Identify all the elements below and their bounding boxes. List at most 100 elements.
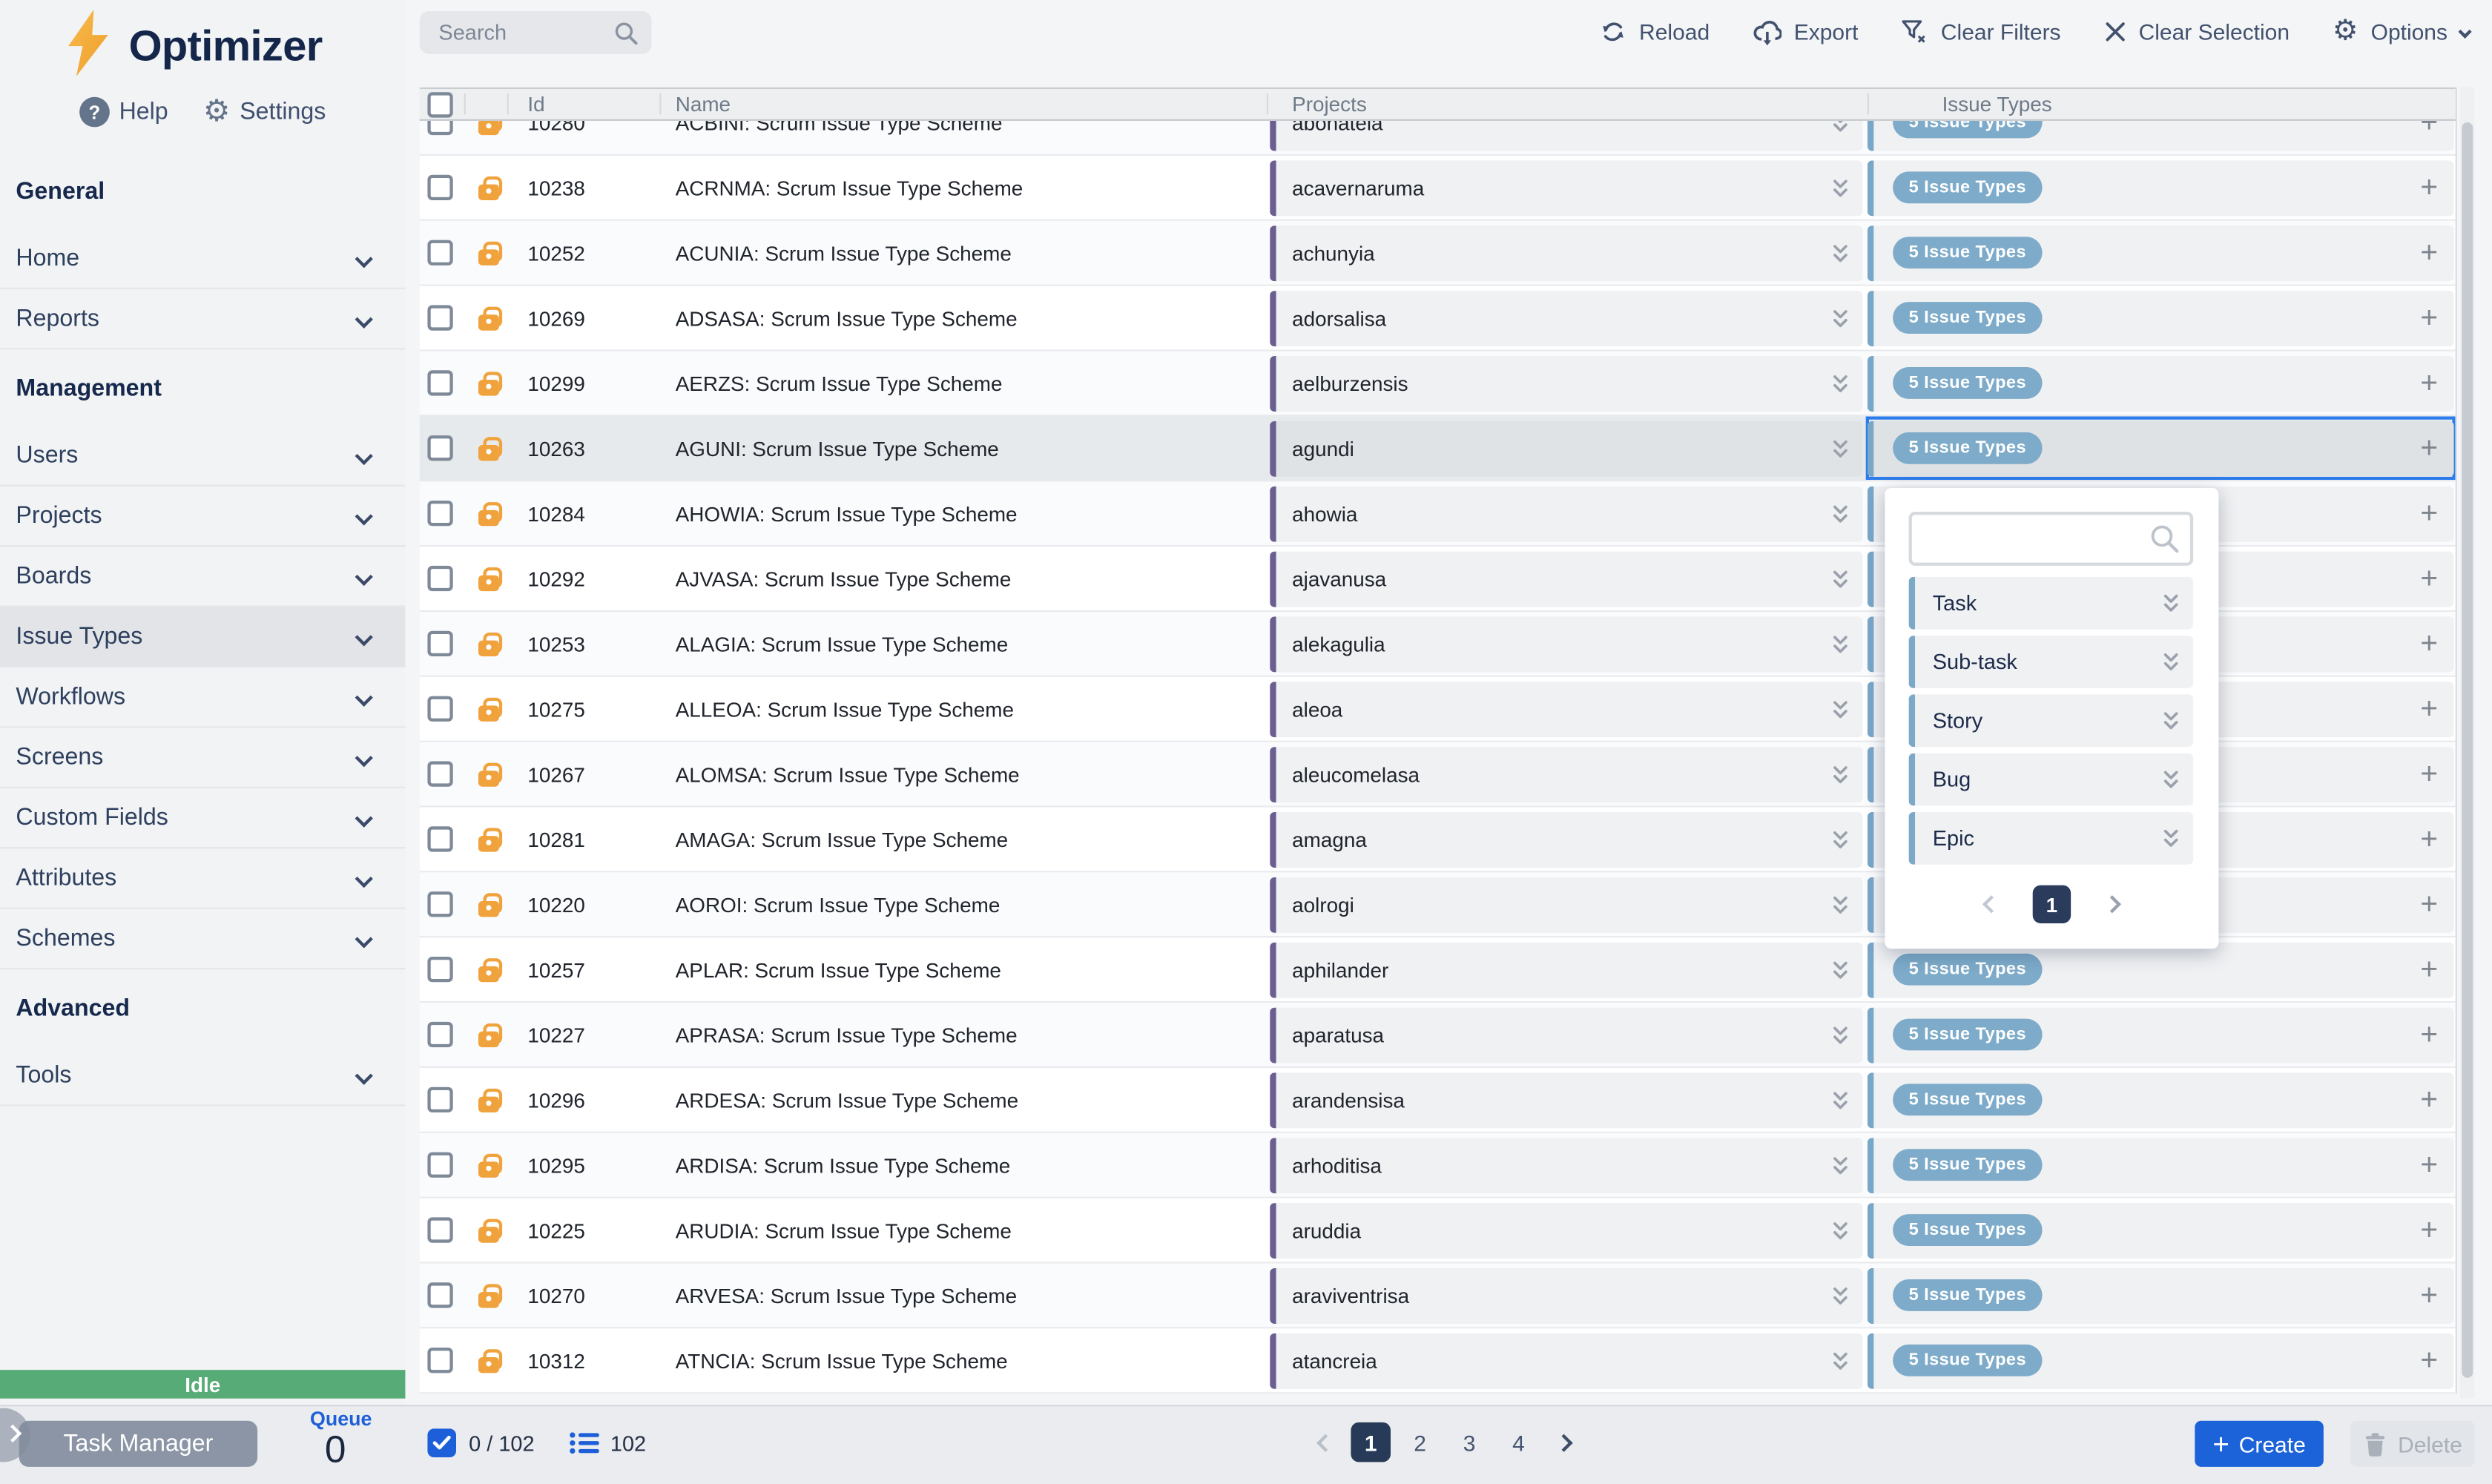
plus-icon[interactable]	[2420, 1150, 2438, 1180]
plus-icon[interactable]	[2420, 173, 2438, 203]
issue-types-badge[interactable]: 5 Issue Types	[1893, 1149, 2042, 1181]
table-scrollbar[interactable]	[2460, 88, 2474, 1399]
projects-dropdown[interactable]: atancreia	[1270, 1333, 1862, 1388]
create-button[interactable]: Create	[2195, 1421, 2324, 1467]
issue-types-badge[interactable]: 5 Issue Types	[1893, 171, 2042, 203]
toolbar-export-button[interactable]: Export	[1753, 19, 1858, 45]
row-checkbox[interactable]	[427, 891, 452, 917]
sidebar-item-workflows[interactable]: Workflows	[0, 667, 405, 728]
plus-icon[interactable]	[2420, 1345, 2438, 1376]
toolbar-clear-filters-button[interactable]: Clear Filters	[1901, 19, 2060, 44]
row-checkbox[interactable]	[427, 1022, 452, 1047]
projects-dropdown[interactable]: abonatela	[1270, 121, 1862, 151]
popup-item-bug[interactable]: Bug	[1909, 753, 2194, 806]
column-header-id[interactable]: Id	[527, 92, 544, 116]
plus-icon[interactable]	[2420, 368, 2438, 398]
projects-dropdown[interactable]: ahowia	[1270, 486, 1862, 541]
projects-dropdown[interactable]: arhoditisa	[1270, 1137, 1862, 1193]
table-row[interactable]: 10295ARDISA: Scrum Issue Type Schemearho…	[420, 1133, 2456, 1198]
plus-icon[interactable]	[2420, 954, 2438, 985]
issue-types-dropdown[interactable]: 5 Issue Types	[1868, 121, 2454, 151]
issue-types-dropdown[interactable]: 5 Issue Types	[1868, 1137, 2454, 1193]
issue-types-dropdown[interactable]: 5 Issue Types	[1868, 421, 2454, 476]
settings-button[interactable]: ⚙ Settings	[203, 97, 326, 128]
plus-icon[interactable]	[2420, 1020, 2438, 1050]
sidebar-item-home[interactable]: Home	[0, 229, 405, 289]
table-row[interactable]: 10227APRASA: Scrum Issue Type Schemeapar…	[420, 1003, 2456, 1068]
table-row[interactable]: 10312ATNCIA: Scrum Issue Type Schemeatan…	[420, 1328, 2456, 1394]
issue-types-badge[interactable]: 5 Issue Types	[1893, 1019, 2042, 1051]
plus-icon[interactable]	[2420, 824, 2438, 854]
row-checkbox[interactable]	[427, 435, 452, 461]
table-row[interactable]: 10299AERZS: Scrum Issue Type Schemeaelbu…	[420, 352, 2456, 417]
popup-page-1[interactable]: 1	[2033, 886, 2071, 923]
row-checkbox[interactable]	[427, 1348, 452, 1373]
row-checkbox[interactable]	[427, 566, 452, 591]
select-all-checkbox[interactable]	[427, 92, 452, 117]
prev-page-icon[interactable]	[1316, 1434, 1334, 1451]
sidebar-item-attributes[interactable]: Attributes	[0, 848, 405, 908]
issue-types-dropdown[interactable]: 5 Issue Types	[1868, 942, 2454, 997]
row-checkbox[interactable]	[427, 121, 452, 135]
issue-types-dropdown[interactable]: 5 Issue Types	[1868, 290, 2454, 346]
popup-item-epic[interactable]: Epic	[1909, 812, 2194, 865]
table-row[interactable]: 10269ADSASA: Scrum Issue Type Schemeador…	[420, 286, 2456, 352]
popup-item-story[interactable]: Story	[1909, 694, 2194, 747]
help-button[interactable]: Help	[79, 97, 168, 128]
page-button-2[interactable]: 2	[1400, 1422, 1440, 1462]
plus-icon[interactable]	[2420, 564, 2438, 594]
issue-types-badge[interactable]: 5 Issue Types	[1893, 237, 2042, 268]
issue-types-dropdown[interactable]: 5 Issue Types	[1868, 1007, 2454, 1063]
row-checkbox[interactable]	[427, 305, 452, 330]
issue-types-dropdown[interactable]: 5 Issue Types	[1868, 1267, 2454, 1323]
projects-dropdown[interactable]: adorsalisa	[1270, 290, 1862, 346]
projects-dropdown[interactable]: aleucomelasa	[1270, 746, 1862, 802]
column-header-issue-types[interactable]: Issue Types	[1942, 92, 2052, 116]
prev-page-icon[interactable]	[1982, 895, 2000, 913]
next-page-icon[interactable]	[2103, 895, 2121, 913]
plus-icon[interactable]	[2420, 1085, 2438, 1115]
plus-icon[interactable]	[2420, 1215, 2438, 1245]
toolbar-clear-selection-button[interactable]: Clear Selection	[2103, 19, 2290, 44]
projects-dropdown[interactable]: aparatusa	[1270, 1007, 1862, 1063]
page-button-1[interactable]: 1	[1351, 1422, 1391, 1462]
row-checkbox[interactable]	[427, 240, 452, 266]
plus-icon[interactable]	[2420, 121, 2438, 138]
projects-dropdown[interactable]: alekagulia	[1270, 616, 1862, 671]
table-row[interactable]: 10263AGUNI: Scrum Issue Type Schemeagund…	[420, 416, 2456, 481]
row-checkbox[interactable]	[427, 1217, 452, 1242]
projects-dropdown[interactable]: ajavanusa	[1270, 551, 1862, 607]
table-row[interactable]: 10225ARUDIA: Scrum Issue Type Schemearud…	[420, 1198, 2456, 1264]
sidebar-item-tools[interactable]: Tools	[0, 1046, 405, 1106]
issue-types-badge[interactable]: 5 Issue Types	[1893, 121, 2042, 139]
issue-types-badge[interactable]: 5 Issue Types	[1893, 432, 2042, 464]
row-checkbox[interactable]	[427, 826, 452, 851]
plus-icon[interactable]	[2420, 433, 2438, 464]
projects-dropdown[interactable]: aelburzensis	[1270, 355, 1862, 411]
sidebar-item-issue-types[interactable]: Issue Types	[0, 607, 405, 667]
projects-dropdown[interactable]: aleoa	[1270, 681, 1862, 736]
sidebar-item-users[interactable]: Users	[0, 426, 405, 486]
task-manager-button[interactable]: Task Manager	[19, 1421, 257, 1467]
sidebar-item-screens[interactable]: Screens	[0, 728, 405, 788]
popup-item-task[interactable]: Task	[1909, 577, 2194, 630]
issue-types-dropdown[interactable]: 5 Issue Types	[1868, 1202, 2454, 1258]
issue-types-dropdown[interactable]: 5 Issue Types	[1868, 1333, 2454, 1388]
projects-dropdown[interactable]: aolrogi	[1270, 877, 1862, 932]
issue-types-dropdown[interactable]: 5 Issue Types	[1868, 1072, 2454, 1127]
popup-search-input[interactable]	[1925, 525, 2149, 552]
row-checkbox[interactable]	[427, 631, 452, 656]
issue-types-dropdown[interactable]: 5 Issue Types	[1868, 355, 2454, 411]
page-button-4[interactable]: 4	[1499, 1422, 1539, 1462]
scrollbar-thumb[interactable]	[2462, 122, 2473, 1378]
plus-icon[interactable]	[2420, 498, 2438, 529]
plus-icon[interactable]	[2420, 693, 2438, 724]
sidebar-item-custom-fields[interactable]: Custom Fields	[0, 788, 405, 848]
row-checkbox[interactable]	[427, 1282, 452, 1307]
table-row[interactable]: 10280ACBINI: Scrum Issue Type Schemeabon…	[420, 121, 2456, 156]
issue-types-dropdown[interactable]: 5 Issue Types	[1868, 159, 2454, 215]
sidebar-item-projects[interactable]: Projects	[0, 487, 405, 547]
plus-icon[interactable]	[2420, 237, 2438, 268]
sidebar-item-schemes[interactable]: Schemes	[0, 909, 405, 969]
issue-types-badge[interactable]: 5 Issue Types	[1893, 954, 2042, 986]
